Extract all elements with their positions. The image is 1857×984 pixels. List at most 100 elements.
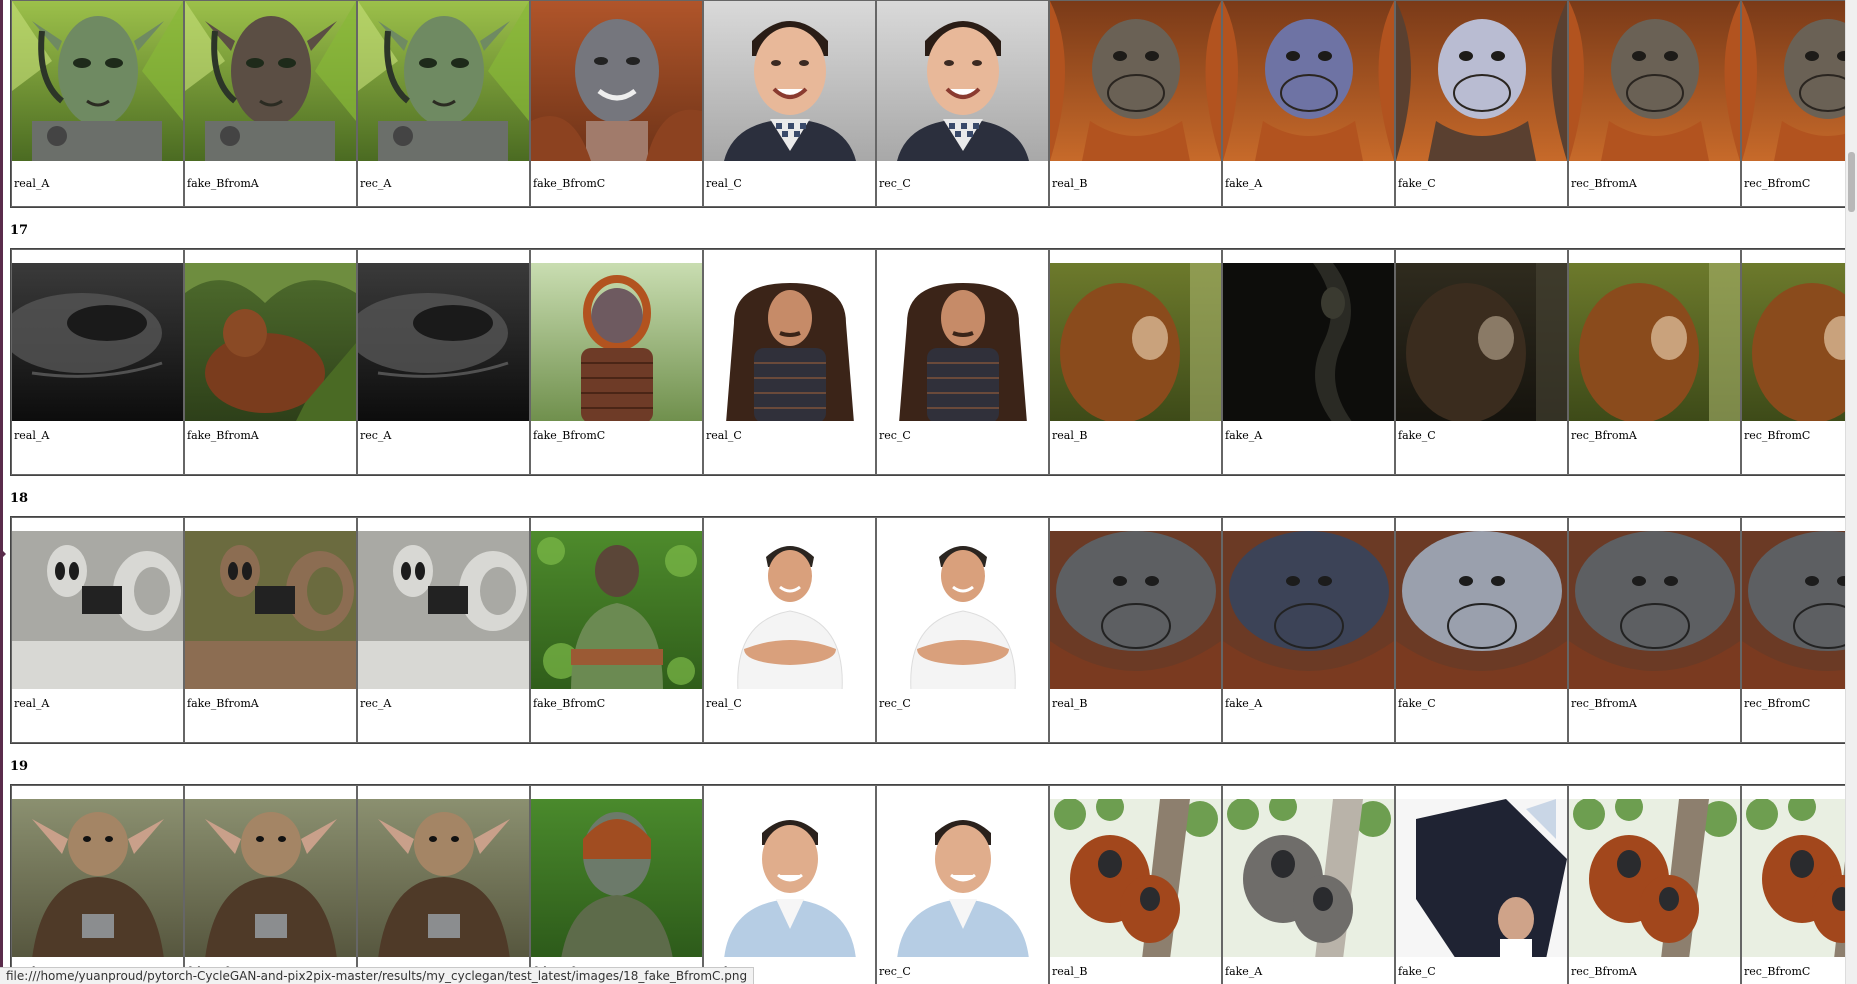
- image-caption: real_A: [14, 429, 50, 442]
- image-caption: rec_BfromA: [1571, 965, 1637, 978]
- result-image-link[interactable]: [877, 1, 1048, 161]
- image-cell: fake_BfromC: [530, 249, 703, 475]
- result-image: [1050, 1, 1221, 161]
- result-image-link[interactable]: [531, 263, 702, 421]
- result-image: [1223, 263, 1394, 421]
- result-image: [1569, 1, 1740, 161]
- result-image: [1569, 263, 1740, 421]
- image-table: real_A fake_BfromA rec_A fake_BfromC rea…: [10, 0, 1857, 208]
- result-image-link[interactable]: [12, 799, 183, 957]
- result-image-link[interactable]: [185, 1, 356, 161]
- result-image-link[interactable]: [358, 1, 529, 161]
- result-image-link[interactable]: [1396, 263, 1567, 421]
- image-card: fake_A: [1223, 250, 1394, 474]
- image-caption: real_A: [14, 177, 50, 190]
- result-image-link[interactable]: [185, 263, 356, 421]
- result-image-link[interactable]: [704, 1, 875, 161]
- image-cell: real_C: [703, 785, 876, 984]
- vertical-scrollbar[interactable]: [1845, 0, 1857, 984]
- result-image: [1569, 799, 1740, 957]
- result-image-link[interactable]: [1050, 263, 1221, 421]
- image-caption: rec_BfromC: [1744, 429, 1811, 442]
- result-image-link[interactable]: [531, 1, 702, 161]
- result-image-link[interactable]: [1050, 1, 1221, 161]
- image-caption: rec_C: [879, 697, 911, 710]
- image-cell: rec_BfromA: [1568, 517, 1741, 743]
- image-cell: real_C: [703, 517, 876, 743]
- image-caption: real_C: [706, 177, 742, 190]
- image-card: fake_BfromC: [531, 1, 702, 206]
- window-edge: [0, 0, 3, 984]
- image-cell: fake_C: [1395, 0, 1568, 207]
- image-card: real_C: [704, 518, 875, 742]
- image-caption: real_B: [1052, 429, 1088, 442]
- image-caption: fake_BfromC: [533, 177, 606, 190]
- result-image-link[interactable]: [12, 1, 183, 161]
- result-image-link[interactable]: [877, 531, 1048, 689]
- image-card: fake_C: [1396, 1, 1567, 206]
- result-image-link[interactable]: [531, 531, 702, 689]
- result-section: 19 real_A fake_BfromA: [10, 756, 1857, 984]
- result-image-link[interactable]: [1569, 799, 1740, 957]
- result-image-link[interactable]: [877, 799, 1048, 957]
- result-image-link[interactable]: [1223, 263, 1394, 421]
- result-image-link[interactable]: [1396, 1, 1567, 161]
- image-caption: rec_BfromC: [1744, 177, 1811, 190]
- result-image-link[interactable]: [12, 531, 183, 689]
- image-caption: real_B: [1052, 177, 1088, 190]
- result-image-link[interactable]: [1569, 1, 1740, 161]
- image-cell: rec_A: [357, 517, 530, 743]
- result-image-link[interactable]: [1742, 263, 1857, 421]
- result-image-link[interactable]: [358, 799, 529, 957]
- image-caption: rec_A: [360, 177, 392, 190]
- image-caption: fake_BfromC: [533, 429, 606, 442]
- result-image: [185, 1, 356, 161]
- image-caption: rec_C: [879, 429, 911, 442]
- image-cell: real_A: [11, 249, 184, 475]
- scrollbar-thumb[interactable]: [1848, 152, 1855, 212]
- image-caption: rec_A: [360, 697, 392, 710]
- result-image: [1396, 263, 1567, 421]
- image-cell: fake_A: [1222, 249, 1395, 475]
- result-image: [1396, 799, 1567, 957]
- result-image-link[interactable]: [1742, 1, 1857, 161]
- result-image: [358, 1, 529, 161]
- image-cell: fake_BfromA: [184, 785, 357, 984]
- image-caption: fake_A: [1225, 429, 1263, 442]
- result-section: 18 real_A fake_BfromA rec_A fake_BfromC …: [10, 488, 1857, 744]
- image-card: real_B: [1050, 786, 1221, 984]
- result-image-link[interactable]: [1742, 799, 1857, 957]
- result-image-link[interactable]: [185, 799, 356, 957]
- image-card: fake_BfromA: [185, 518, 356, 742]
- result-image-link[interactable]: [1396, 531, 1567, 689]
- image-card: rec_BfromC: [1742, 1, 1857, 206]
- result-image: [531, 799, 702, 957]
- result-image-link[interactable]: [1223, 531, 1394, 689]
- image-cell: rec_A: [357, 0, 530, 207]
- result-image-link[interactable]: [1396, 799, 1567, 957]
- image-cell: rec_BfromC: [1741, 517, 1857, 743]
- image-card: fake_BfromA: [185, 250, 356, 474]
- result-image-link[interactable]: [704, 799, 875, 957]
- result-image-link[interactable]: [531, 799, 702, 957]
- result-image-link[interactable]: [1223, 799, 1394, 957]
- result-image-link[interactable]: [704, 263, 875, 421]
- result-image-link[interactable]: [1223, 1, 1394, 161]
- result-image-link[interactable]: [877, 263, 1048, 421]
- image-card: real_C: [704, 250, 875, 474]
- result-image: [1396, 1, 1567, 161]
- result-image-link[interactable]: [704, 531, 875, 689]
- image-card: rec_A: [358, 786, 529, 984]
- result-image-link[interactable]: [12, 263, 183, 421]
- result-image-link[interactable]: [1569, 531, 1740, 689]
- result-image-link[interactable]: [1050, 799, 1221, 957]
- image-cell: rec_BfromC: [1741, 249, 1857, 475]
- image-card: rec_C: [877, 1, 1048, 206]
- result-image-link[interactable]: [358, 263, 529, 421]
- result-image-link[interactable]: [1050, 531, 1221, 689]
- result-image-link[interactable]: [1569, 263, 1740, 421]
- result-image-link[interactable]: [358, 531, 529, 689]
- result-image-link[interactable]: [185, 531, 356, 689]
- result-image-link[interactable]: [1742, 531, 1857, 689]
- image-card: rec_C: [877, 250, 1048, 474]
